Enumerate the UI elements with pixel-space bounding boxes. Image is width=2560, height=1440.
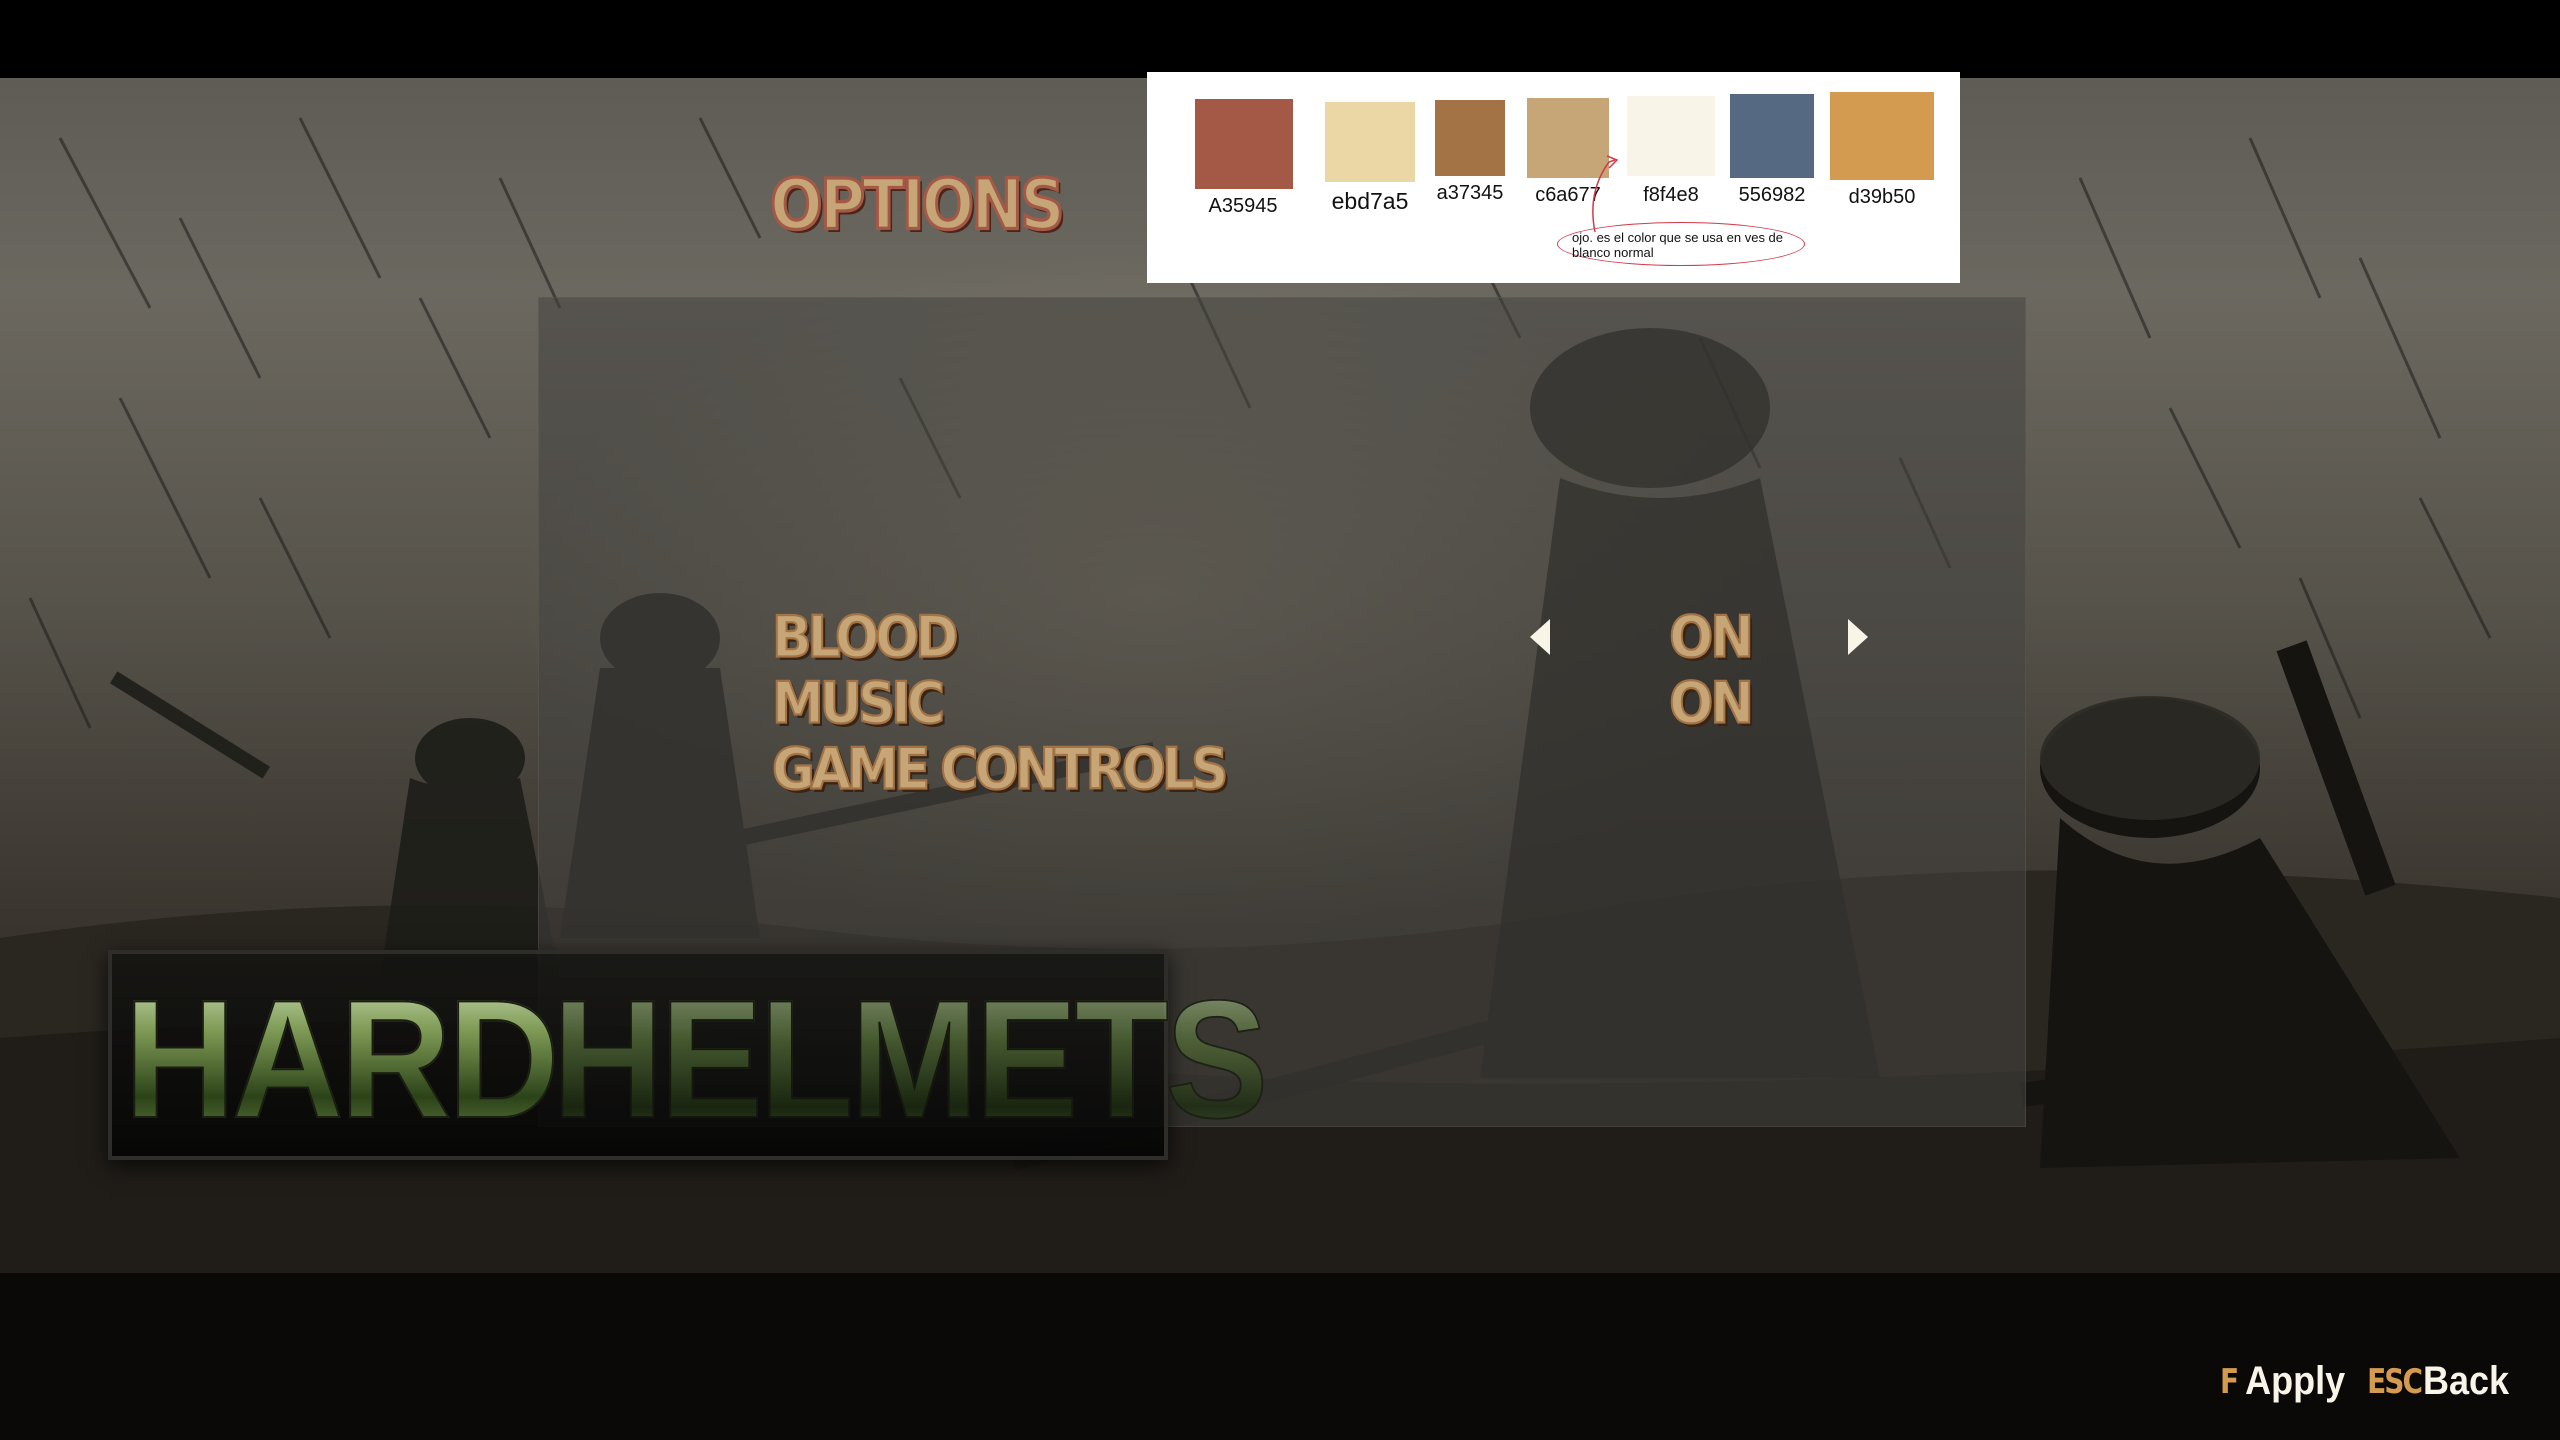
- page-title: OPTIONS: [769, 162, 1067, 247]
- back-label: Back: [2423, 1357, 2510, 1403]
- apply-label: Apply: [2245, 1357, 2346, 1403]
- back-button[interactable]: ESC Back: [2367, 1357, 2510, 1403]
- menu-item-blood[interactable]: BLOOD: [771, 602, 1225, 675]
- annotation-arrow-icon: [1592, 155, 1619, 233]
- blood-value: ON: [1668, 604, 1755, 672]
- arrow-left-icon[interactable]: [1530, 619, 1550, 655]
- back-key-hint: ESC: [2367, 1361, 2423, 1401]
- apply-key-hint: F: [2220, 1361, 2239, 1401]
- options-menu-list: BLOOD MUSIC GAME CONTROLS: [771, 602, 1229, 804]
- blood-value-row: ON: [1520, 604, 1880, 672]
- music-value-row: ON: [1520, 670, 1880, 738]
- arrow-right-icon[interactable]: [1848, 619, 1868, 655]
- color-palette-overlay: A35945 ebd7a5 a37345 c6a677 f8f4e8 55698…: [1147, 72, 1960, 283]
- logo-word-helmets: HELMETS: [551, 964, 1269, 1154]
- menu-item-music[interactable]: MUSIC: [771, 668, 1225, 741]
- apply-button[interactable]: F Apply: [2220, 1357, 2346, 1403]
- footer-controls: F Apply ESC Back: [2220, 1356, 2531, 1406]
- letterbox-bottom: [0, 1273, 2560, 1440]
- music-value[interactable]: ON: [1660, 668, 1760, 741]
- palette-note: ojo. es el color que se usa en ves de bl…: [1572, 230, 1784, 260]
- game-logo: HARD HELMETS: [108, 950, 1269, 1160]
- option-values: ON ON: [1520, 604, 1880, 738]
- menu-item-game-controls[interactable]: GAME CONTROLS: [771, 734, 1229, 807]
- letterbox-top: [0, 0, 2560, 78]
- logo-word-hard: HARD: [123, 964, 560, 1154]
